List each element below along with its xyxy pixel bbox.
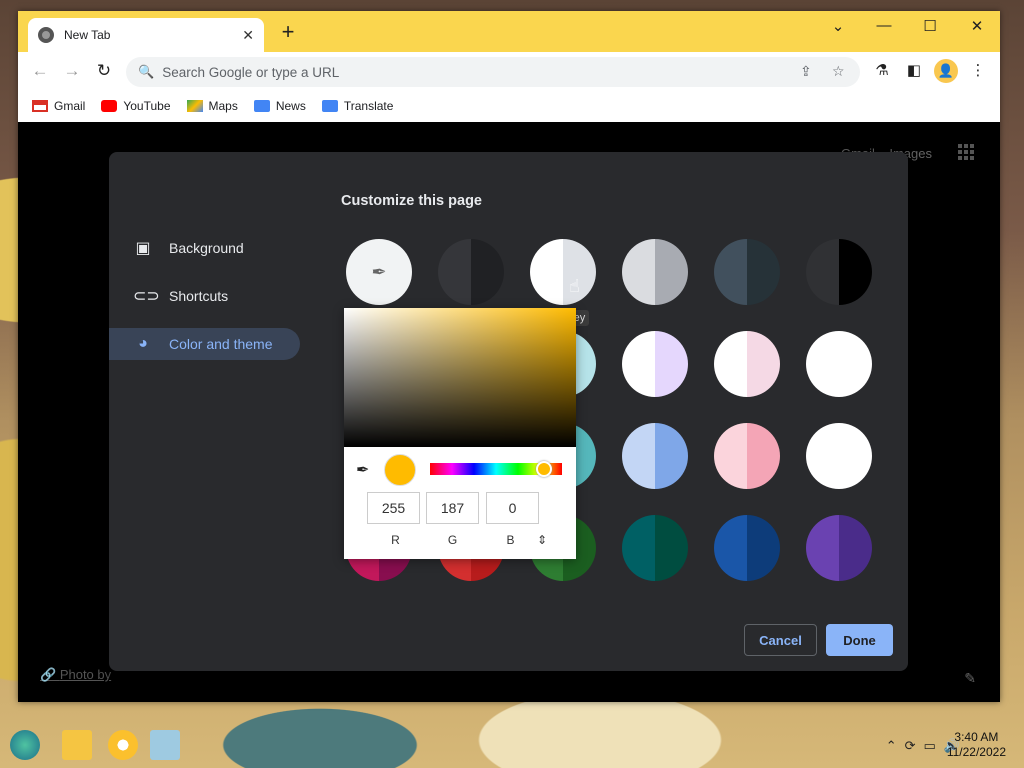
- bookmark-label: Maps: [208, 99, 238, 113]
- maps-icon: [186, 100, 203, 112]
- tab-search-icon[interactable]: ⌄: [823, 17, 853, 35]
- color-swatch[interactable]: [714, 239, 780, 305]
- bookmark-label: Gmail: [54, 99, 86, 113]
- tab-new-tab[interactable]: New Tab ✕: [28, 18, 264, 52]
- color-swatch[interactable]: [438, 239, 504, 305]
- sidebar-item-color-and-theme[interactable]: ◕ Color and theme: [109, 328, 300, 360]
- close-window-button[interactable]: ✕: [962, 17, 992, 35]
- link-icon: ⊂⊃: [133, 288, 160, 305]
- bookmark-translate[interactable]: Translate: [321, 99, 394, 113]
- format-toggle-icon[interactable]: ⇕: [516, 533, 568, 547]
- saturation-value-area[interactable]: [344, 308, 576, 447]
- reload-button[interactable]: ↻: [94, 61, 114, 81]
- green-label: G: [447, 533, 458, 547]
- dialog-title: Customize this page: [341, 193, 482, 209]
- customize-pencil-icon[interactable]: ✎: [964, 670, 976, 687]
- network-icon[interactable]: ▭: [924, 738, 936, 754]
- browser-toolbar: ← → ↻ 🔍 Search Google or type a URL ⇪ ☆ …: [18, 52, 1000, 90]
- color-swatch[interactable]: [622, 515, 688, 581]
- back-button[interactable]: ←: [30, 61, 50, 81]
- sidebar-item-label: Color and theme: [169, 336, 273, 352]
- color-swatch[interactable]: [714, 423, 780, 489]
- side-panel-icon[interactable]: ◧: [903, 61, 925, 79]
- news-icon: [253, 100, 270, 112]
- translate-icon: [321, 100, 338, 112]
- photo-credit-text: Photo by: [59, 667, 112, 682]
- bookmark-label: News: [275, 99, 306, 113]
- minimize-button[interactable]: —: [869, 17, 899, 34]
- gmail-icon: [32, 100, 48, 112]
- color-swatch[interactable]: [622, 331, 688, 397]
- new-tab-button[interactable]: +: [276, 21, 300, 43]
- cancel-button[interactable]: Cancel: [744, 624, 817, 656]
- color-swatch[interactable]: [714, 331, 780, 397]
- color-swatch[interactable]: [530, 239, 596, 305]
- blue-input[interactable]: 0: [486, 492, 539, 524]
- bookmark-news[interactable]: News: [253, 99, 306, 113]
- omnibox[interactable]: 🔍 Search Google or type a URL ⇪ ☆: [126, 57, 860, 87]
- eyedropper-icon[interactable]: ✒: [356, 460, 369, 480]
- youtube-icon: [101, 100, 118, 112]
- hue-slider-handle[interactable]: [536, 461, 552, 477]
- menu-icon[interactable]: ⋮: [967, 61, 989, 79]
- color-swatch[interactable]: [622, 239, 688, 305]
- taskbar-clock[interactable]: 3:40 AM 11/22/2022: [947, 730, 1006, 760]
- custom-color-swatch[interactable]: ✒: [346, 239, 412, 305]
- chrome-icon: [38, 27, 54, 43]
- color-swatch[interactable]: [622, 423, 688, 489]
- red-input[interactable]: 255: [367, 492, 420, 524]
- color-swatch[interactable]: [806, 239, 872, 305]
- clock-time: 3:40 AM: [954, 730, 999, 744]
- tab-title: New Tab: [64, 28, 111, 42]
- done-button[interactable]: Done: [826, 624, 893, 656]
- omnibox-placeholder: Search Google or type a URL: [162, 64, 340, 80]
- bookmark-label: Translate: [343, 99, 394, 113]
- photo-credit-link[interactable]: 🔗 Photo by: [40, 667, 111, 683]
- bookmark-star-icon[interactable]: ☆: [832, 63, 845, 80]
- sidebar-item-shortcuts[interactable]: ⊂⊃ Shortcuts: [109, 280, 300, 312]
- sidebar-item-label: Background: [169, 240, 244, 256]
- image-icon: ▣: [135, 240, 151, 257]
- labs-flask-icon[interactable]: ⚗: [871, 61, 893, 79]
- tab-strip: New Tab ✕ + ⌄ — ☐ ✕: [18, 11, 1000, 52]
- bookmark-gmail[interactable]: Gmail: [32, 99, 85, 113]
- close-tab-icon[interactable]: ✕: [242, 27, 254, 44]
- share-icon[interactable]: ⇪: [800, 63, 812, 80]
- sidebar-item-background[interactable]: ▣ Background: [109, 232, 300, 264]
- color-picker-popup: ✒ 255 187 0 R G B ⇕: [344, 308, 576, 559]
- file-explorer-icon[interactable]: [62, 730, 92, 760]
- profile-avatar[interactable]: 👤: [934, 59, 958, 83]
- chrome-taskbar-icon[interactable]: [108, 730, 138, 760]
- sidebar-item-label: Shortcuts: [169, 288, 229, 304]
- bookmark-youtube[interactable]: YouTube: [101, 99, 171, 113]
- bookmark-label: YouTube: [123, 99, 171, 113]
- bookmarks-bar: Gmail YouTube Maps News Translate: [18, 90, 1000, 122]
- clock-date: 11/22/2022: [946, 745, 1006, 759]
- start-button[interactable]: [10, 730, 40, 760]
- green-input[interactable]: 187: [426, 492, 479, 524]
- bookmark-maps[interactable]: Maps: [186, 99, 238, 113]
- apps-grid-icon[interactable]: [958, 144, 974, 160]
- customize-sidebar: ▣ Background ⊂⊃ Shortcuts ◕ Color and th…: [109, 232, 309, 376]
- color-swatch[interactable]: [806, 423, 872, 489]
- search-icon: 🔍: [138, 64, 155, 79]
- hand-cursor-icon: ☝: [569, 276, 580, 296]
- color-swatch[interactable]: [714, 515, 780, 581]
- eyedropper-icon: ✒: [371, 261, 387, 282]
- color-swatch[interactable]: [806, 331, 872, 397]
- current-color-preview: [384, 454, 416, 486]
- palette-icon: ◕: [138, 335, 148, 352]
- forward-button[interactable]: →: [62, 61, 82, 81]
- app-taskbar-icon[interactable]: [150, 730, 180, 760]
- color-swatch[interactable]: [806, 515, 872, 581]
- chevron-up-icon[interactable]: ⌃: [886, 738, 897, 754]
- taskbar: ⌃ ⟳ ▭ 🔊 3:40 AM 11/22/2022: [0, 722, 1024, 768]
- maximize-button[interactable]: ☐: [915, 17, 945, 35]
- red-label: R: [391, 533, 400, 547]
- sync-icon[interactable]: ⟳: [905, 738, 916, 754]
